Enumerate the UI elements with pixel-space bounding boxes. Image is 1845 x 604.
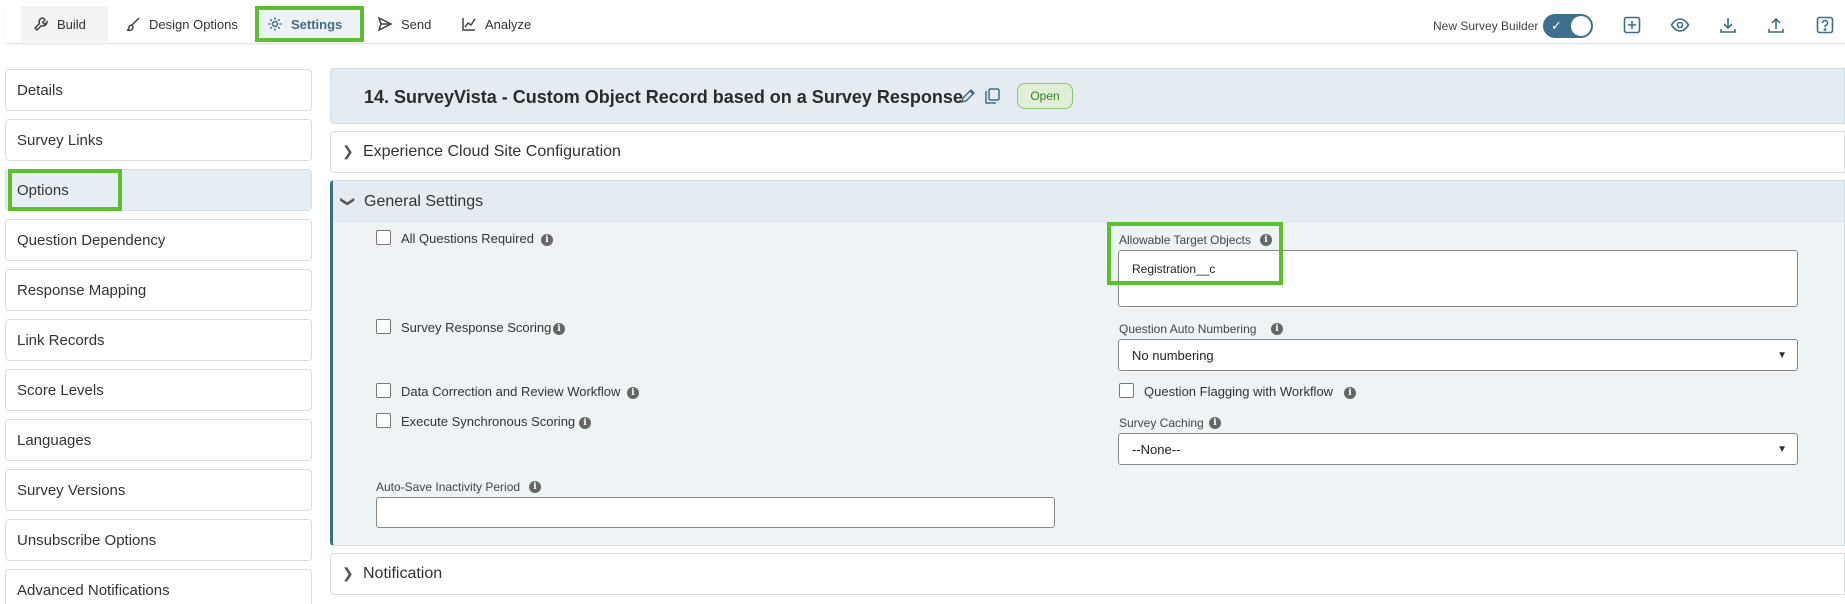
sidebar-item-link-records[interactable]: Link Records xyxy=(5,319,312,361)
tab-build-label: Build xyxy=(57,16,86,32)
sidebar-item-response-mapping[interactable]: Response Mapping xyxy=(5,269,312,311)
top-toolbar: Build Design Options Settings Send Analy… xyxy=(5,2,1845,44)
status-badge: Open xyxy=(1017,83,1073,109)
auto-save-label: Auto-Save Inactivity Period xyxy=(376,480,521,494)
execute-sync-scoring-checkbox[interactable] xyxy=(376,413,391,428)
auto-save-input[interactable] xyxy=(376,497,1055,528)
gear-icon xyxy=(268,17,282,31)
chevron-down-icon: ❯ xyxy=(340,195,357,208)
section-title: Notification xyxy=(363,565,443,582)
question-auto-numbering-label: Question Auto Numbering xyxy=(1119,322,1257,336)
sidebar-item-label: Advanced Notifications xyxy=(17,581,170,599)
sidebar-item-label: Survey Links xyxy=(17,131,103,149)
tab-analyze-label: Analyze xyxy=(485,16,532,32)
info-icon[interactable]: i xyxy=(529,481,541,493)
tab-build[interactable]: Build xyxy=(21,6,108,42)
chevron-down-icon: ▼ xyxy=(1777,444,1787,455)
section-title: Experience Cloud Site Configuration xyxy=(363,143,621,160)
tab-settings[interactable]: Settings xyxy=(255,6,364,42)
execute-sync-scoring-label: Execute Synchronous Scoring xyxy=(401,414,576,429)
sidebar-item-survey-links[interactable]: Survey Links xyxy=(5,119,312,161)
sidebar-item-label: Question Dependency xyxy=(17,231,166,249)
info-icon[interactable]: i xyxy=(553,323,565,335)
chevron-right-icon: ❯ xyxy=(342,565,354,581)
sidebar-item-label: Details xyxy=(17,81,63,99)
tab-send[interactable]: Send xyxy=(365,6,445,42)
sidebar-item-languages[interactable]: Languages xyxy=(5,419,312,461)
question-flagging-checkbox[interactable] xyxy=(1119,383,1134,398)
general-settings-header[interactable]: ❯ General Settings xyxy=(333,181,1844,223)
tab-send-label: Send xyxy=(401,16,432,32)
sidebar-item-label: Languages xyxy=(17,431,92,449)
survey-caching-label: Survey Caching xyxy=(1119,416,1204,430)
tab-settings-label: Settings xyxy=(291,16,343,32)
copy-icon[interactable] xyxy=(983,87,1001,105)
select-value: No numbering xyxy=(1132,348,1214,363)
question-flagging-label: Question Flagging with Workflow xyxy=(1144,384,1334,399)
section-title: General Settings xyxy=(364,193,484,210)
new-survey-builder-label: New Survey Builder xyxy=(1433,19,1539,33)
info-icon[interactable]: i xyxy=(627,387,639,399)
send-icon xyxy=(377,16,393,32)
survey-caching-select[interactable]: --None-- ▼ xyxy=(1118,433,1798,465)
add-icon[interactable] xyxy=(1622,15,1642,35)
info-icon[interactable]: i xyxy=(1209,417,1221,429)
allowable-target-highlight xyxy=(1107,222,1283,285)
edit-pencil-icon[interactable] xyxy=(959,87,977,105)
help-icon[interactable] xyxy=(1815,15,1835,35)
sidebar-item-label: Response Mapping xyxy=(17,281,147,299)
toggle-knob xyxy=(1571,16,1591,36)
tab-analyze[interactable]: Analyze xyxy=(449,6,549,42)
sidebar-item-score-levels[interactable]: Score Levels xyxy=(5,369,312,411)
sidebar-item-survey-versions[interactable]: Survey Versions xyxy=(5,469,312,511)
chart-icon xyxy=(462,18,476,31)
chevron-down-icon: ▼ xyxy=(1777,350,1787,361)
sidebar-item-question-dependency[interactable]: Question Dependency xyxy=(5,219,312,261)
sidebar-item-label: Unsubscribe Options xyxy=(17,531,157,549)
info-icon[interactable]: i xyxy=(1271,323,1283,335)
brush-icon xyxy=(126,17,140,32)
wrench-icon xyxy=(33,17,48,32)
info-icon[interactable]: i xyxy=(579,417,591,429)
sidebar-item-advanced-notifications[interactable]: Advanced Notifications xyxy=(5,569,312,604)
sidebar-item-label: Link Records xyxy=(17,331,105,349)
chevron-right-icon: ❯ xyxy=(342,143,354,159)
tab-design-options[interactable]: Design Options xyxy=(113,6,255,42)
sidebar-item-label: Score Levels xyxy=(17,381,104,399)
section-experience-cloud[interactable]: ❯ Experience Cloud Site Configuration xyxy=(330,131,1845,173)
preview-eye-icon[interactable] xyxy=(1670,15,1690,35)
select-value: --None-- xyxy=(1132,442,1181,457)
all-questions-required-label: All Questions Required xyxy=(401,231,534,246)
all-questions-required-checkbox[interactable] xyxy=(376,230,391,245)
data-correction-label: Data Correction and Review Workflow xyxy=(401,384,621,399)
new-survey-builder-toggle[interactable]: ✓ xyxy=(1543,14,1593,38)
survey-title: 14. SurveyVista - Custom Object Record b… xyxy=(364,87,963,107)
info-icon[interactable]: i xyxy=(541,234,553,246)
survey-response-scoring-label: Survey Response Scoring xyxy=(401,320,552,335)
section-notification[interactable]: ❯ Notification xyxy=(330,553,1845,595)
options-highlight xyxy=(8,169,122,211)
sidebar-item-unsubscribe-options[interactable]: Unsubscribe Options xyxy=(5,519,312,561)
survey-title-bar: 14. SurveyVista - Custom Object Record b… xyxy=(330,68,1845,124)
data-correction-checkbox[interactable] xyxy=(376,383,391,398)
download-icon[interactable] xyxy=(1718,15,1738,35)
info-icon[interactable]: i xyxy=(1344,387,1356,399)
tab-design-options-label: Design Options xyxy=(149,16,238,32)
survey-response-scoring-checkbox[interactable] xyxy=(376,319,391,334)
upload-icon[interactable] xyxy=(1766,15,1786,35)
sidebar-item-label: Survey Versions xyxy=(17,481,126,499)
sidebar-item-details[interactable]: Details xyxy=(5,69,312,111)
check-icon: ✓ xyxy=(1551,18,1562,33)
question-auto-numbering-select[interactable]: No numbering ▼ xyxy=(1118,339,1798,371)
